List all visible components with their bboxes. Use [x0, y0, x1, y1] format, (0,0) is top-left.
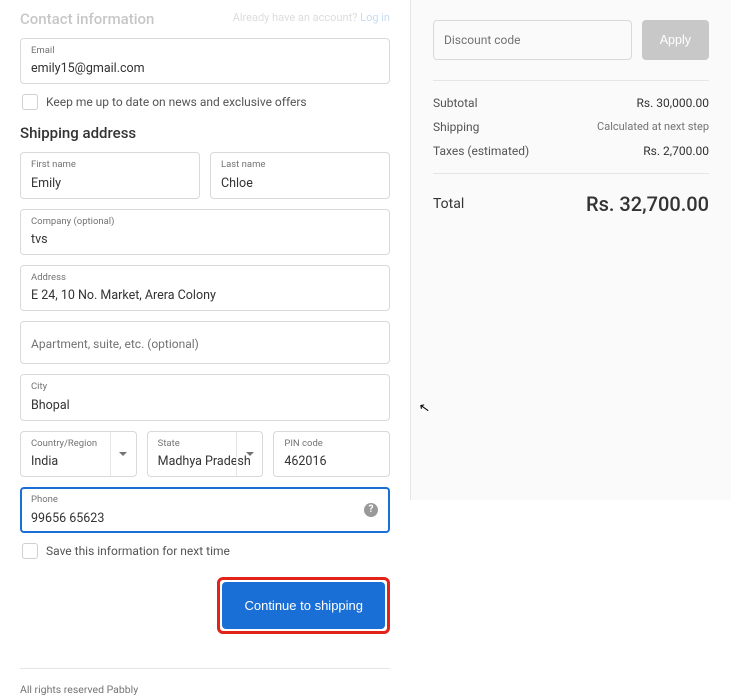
discount-code-input[interactable]: Discount code	[433, 20, 632, 60]
apartment-placeholder: Apartment, suite, etc. (optional)	[31, 337, 199, 351]
phone-field[interactable]: Phone 99656 65623 ?	[20, 487, 390, 533]
country-select[interactable]: Country/Region India	[20, 431, 137, 477]
contact-info-heading: Contact information	[20, 10, 154, 28]
last-name-field[interactable]: Last name Chloe	[210, 152, 390, 198]
company-field[interactable]: Company (optional) tvs	[20, 209, 390, 255]
continue-button-highlight: Continue to shipping	[217, 577, 390, 634]
address-field[interactable]: Address E 24, 10 No. Market, Arera Colon…	[20, 265, 390, 311]
address-label: Address	[31, 273, 379, 283]
pin-label: PIN code	[284, 439, 379, 449]
help-icon[interactable]: ?	[364, 503, 378, 517]
email-value: emily15@gmail.com	[31, 61, 145, 76]
email-label: Email	[31, 46, 379, 56]
cursor-icon: ↖	[418, 400, 431, 417]
footer-text: All rights reserved Pabbly	[20, 668, 390, 696]
total-value: Rs. 32,700.00	[586, 192, 709, 216]
first-name-value: Emily	[31, 176, 61, 191]
subtotal-row: Subtotal Rs. 30,000.00	[433, 91, 709, 115]
first-name-label: First name	[31, 160, 189, 170]
country-value: India	[31, 454, 58, 469]
newsletter-label: Keep me up to date on news and exclusive…	[46, 95, 307, 109]
first-name-field[interactable]: First name Emily	[20, 152, 200, 198]
address-value: E 24, 10 No. Market, Arera Colony	[31, 288, 216, 303]
chevron-down-icon	[110, 432, 136, 476]
taxes-row: Taxes (estimated) Rs. 2,700.00	[433, 139, 709, 163]
company-value: tvs	[31, 232, 48, 247]
city-label: City	[31, 382, 379, 392]
state-select[interactable]: State Madhya Pradesh	[147, 431, 264, 477]
last-name-value: Chloe	[221, 176, 253, 191]
email-field[interactable]: Email emily15@gmail.com	[20, 38, 390, 84]
company-label: Company (optional)	[31, 217, 379, 227]
city-field[interactable]: City Bhopal	[20, 374, 390, 420]
subtotal-value: Rs. 30,000.00	[637, 96, 709, 110]
login-link[interactable]: Log in	[360, 11, 390, 24]
already-account-text: Already have an account?	[233, 11, 358, 24]
apply-discount-button[interactable]: Apply	[642, 20, 709, 60]
subtotal-label: Subtotal	[433, 96, 478, 110]
shipping-label: Shipping	[433, 120, 479, 134]
taxes-label: Taxes (estimated)	[433, 144, 529, 158]
total-row: Total Rs. 32,700.00	[433, 184, 709, 224]
save-info-checkbox[interactable]	[22, 543, 38, 559]
shipping-row: Shipping Calculated at next step	[433, 115, 709, 139]
chevron-down-icon	[236, 432, 262, 476]
phone-label: Phone	[31, 495, 379, 505]
apartment-field[interactable]: Apartment, suite, etc. (optional)	[20, 321, 390, 364]
last-name-label: Last name	[221, 160, 379, 170]
taxes-value: Rs. 2,700.00	[643, 144, 709, 158]
save-info-label: Save this information for next time	[46, 544, 230, 558]
shipping-value: Calculated at next step	[597, 120, 709, 134]
city-value: Bhopal	[31, 398, 70, 413]
total-label: Total	[433, 196, 464, 212]
pin-field[interactable]: PIN code 462016	[273, 431, 390, 477]
continue-to-shipping-button[interactable]: Continue to shipping	[222, 582, 385, 629]
pin-value: 462016	[284, 454, 326, 469]
newsletter-checkbox[interactable]	[22, 94, 38, 110]
shipping-address-heading: Shipping address	[20, 124, 390, 142]
phone-value: 99656 65623	[31, 511, 104, 526]
